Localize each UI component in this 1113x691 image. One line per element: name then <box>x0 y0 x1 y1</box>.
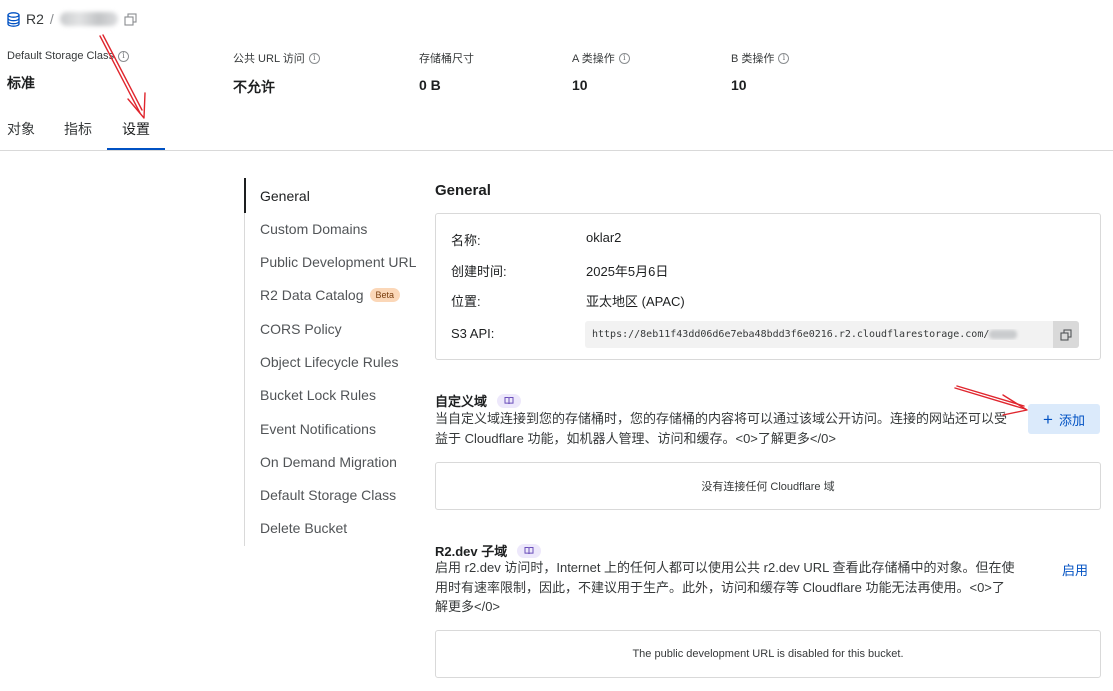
stat-value: 10 <box>572 77 588 93</box>
tab-settings[interactable]: 设置 <box>122 119 150 139</box>
location-label: 位置: <box>451 294 481 309</box>
breadcrumb-root-link[interactable]: R2 <box>26 11 44 27</box>
custom-domain-empty-state: 没有连接任何 Cloudflare 域 <box>435 462 1101 510</box>
info-icon[interactable]: i <box>618 52 630 64</box>
active-tab-indicator <box>107 148 165 150</box>
settings-nav: General Custom Domains Public Developmen… <box>244 178 416 546</box>
nav-item-public-dev-url[interactable]: Public Development URL <box>260 254 416 270</box>
r2dev-disabled-state: The public development URL is disabled f… <box>435 630 1101 678</box>
copy-button[interactable] <box>1053 321 1079 348</box>
tab-metrics[interactable]: 指标 <box>64 119 92 139</box>
stat-class-b: B 类操作 i 10 <box>731 50 790 93</box>
location-value: 亚太地区 (APAC) <box>586 294 685 309</box>
bucket-name-redacted <box>59 12 118 26</box>
tab-bar: 对象 指标 设置 <box>0 110 1113 151</box>
bucket-stats: Default Storage Class i 标准 公共 URL 访问 i 不允许… <box>7 50 1107 100</box>
info-icon[interactable]: i <box>778 52 790 64</box>
nav-item-bucket-lock-rules[interactable]: Bucket Lock Rules <box>260 387 376 403</box>
s3-api-label: S3 API: <box>451 326 495 341</box>
created-label: 创建时间: <box>451 264 507 279</box>
nav-item-data-catalog[interactable]: R2 Data Catalog Beta <box>260 287 401 303</box>
docs-book-icon[interactable] <box>517 543 542 558</box>
stat-label: A 类操作 <box>572 53 615 65</box>
nav-item-general[interactable]: General <box>260 188 310 204</box>
tab-objects[interactable]: 对象 <box>7 119 35 139</box>
nav-item-on-demand-migration[interactable]: On Demand Migration <box>260 454 397 470</box>
nav-item-event-notifications[interactable]: Event Notifications <box>260 421 376 437</box>
database-icon <box>7 11 20 27</box>
copy-icon[interactable] <box>124 12 137 26</box>
breadcrumb-separator: / <box>49 11 54 27</box>
redacted-text <box>989 329 1018 339</box>
stat-label: B 类操作 <box>731 53 775 65</box>
nav-item-lifecycle-rules[interactable]: Object Lifecycle Rules <box>260 354 399 370</box>
stat-value: 10 <box>731 77 747 93</box>
empty-state-text: 没有连接任何 Cloudflare 域 <box>701 481 835 493</box>
section-title-general: General <box>435 182 491 199</box>
stat-value: 0 B <box>419 77 441 93</box>
stat-class-a: A 类操作 i 10 <box>572 50 630 93</box>
custom-domain-title: 自定义域 <box>435 394 488 409</box>
nav-item-default-storage-class[interactable]: Default Storage Class <box>260 487 396 503</box>
general-card: 名称: oklar2 创建时间: 2025年5月6日 位置: 亚太地区 (APA… <box>435 213 1101 360</box>
stat-value: 不允许 <box>233 79 275 95</box>
beta-badge: Beta <box>369 288 401 302</box>
stat-label: 公共 URL 访问 <box>233 53 305 65</box>
enable-r2dev-link[interactable]: 启用 <box>1062 560 1088 579</box>
docs-book-icon[interactable] <box>497 393 522 408</box>
plus-icon: + <box>1043 409 1053 429</box>
breadcrumb: R2 / <box>7 11 137 27</box>
nav-item-cors-policy[interactable]: CORS Policy <box>260 321 342 337</box>
stat-value: 标准 <box>7 75 35 91</box>
copy-icon <box>1060 328 1072 341</box>
name-label: 名称: <box>451 233 481 248</box>
stat-public-url: 公共 URL 访问 i 不允许 <box>233 50 320 97</box>
nav-item-delete-bucket[interactable]: Delete Bucket <box>260 520 347 536</box>
nav-item-label: R2 Data Catalog <box>260 287 364 303</box>
stat-bucket-size: 存储桶尺寸 0 B <box>419 50 474 93</box>
stat-label: 存储桶尺寸 <box>419 53 474 65</box>
disabled-state-text: The public development URL is disabled f… <box>632 648 904 660</box>
nav-active-indicator <box>244 178 246 213</box>
s3-api-url-text: https://8eb11f43dd06d6e7eba48bdd3f6e0216… <box>592 329 990 340</box>
info-icon[interactable]: i <box>118 50 129 62</box>
r2dev-description: 启用 r2.dev 访问时，Internet 上的任何人都可以使用公共 r2.d… <box>435 560 1015 614</box>
custom-domain-description: 当自定义域连接到您的存储桶时，您的存储桶的内容将可以通过该域公开访问。连接的网站… <box>435 411 1008 446</box>
nav-item-custom-domains[interactable]: Custom Domains <box>260 221 367 237</box>
created-value: 2025年5月6日 <box>586 264 669 279</box>
add-custom-domain-button[interactable]: + 添加 <box>1028 404 1100 434</box>
add-button-label: 添加 <box>1058 412 1085 428</box>
section-title-custom-domain: 自定义域 <box>435 391 522 410</box>
stat-label: Default Storage Class <box>7 50 114 62</box>
info-icon[interactable]: i <box>308 52 320 64</box>
stat-storage-class: Default Storage Class i 标准 <box>7 50 129 93</box>
name-value: oklar2 <box>586 230 622 245</box>
s3-api-field[interactable]: https://8eb11f43dd06d6e7eba48bdd3f6e0216… <box>585 321 1079 348</box>
s3-api-url: https://8eb11f43dd06d6e7eba48bdd3f6e0216… <box>585 329 1053 340</box>
